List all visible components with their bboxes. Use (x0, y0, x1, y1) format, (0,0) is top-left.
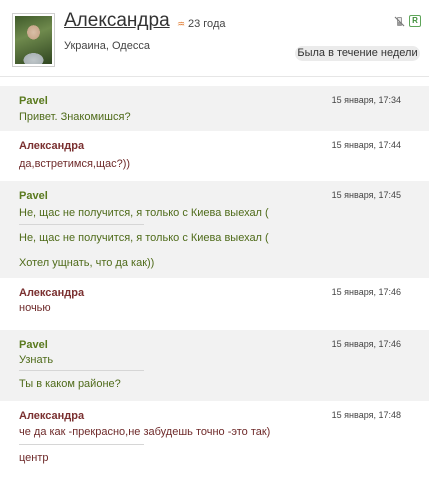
message-text: Узнать (19, 354, 54, 366)
message-timestamp: 15 января, 17:46 (331, 339, 401, 349)
message-timestamp: 15 января, 17:34 (331, 95, 401, 105)
profile-header: Александра ♒ 23 года Украина, Одесса R Б… (0, 0, 429, 77)
message-timestamp: 15 января, 17:46 (331, 287, 401, 297)
message-text: Привет. Знакомишся? (19, 111, 131, 123)
message-list: Pavel 15 января, 17:34 Привет. Знакомишс… (0, 86, 429, 480)
message-author[interactable]: Pavel (19, 190, 48, 203)
message-item: Pavel 15 января, 17:45 Не, щас не получи… (0, 181, 429, 278)
message-item: Александра 15 января, 17:48 че да как -п… (0, 401, 429, 480)
message-text: Хотел ущнать, что да как)) (19, 257, 155, 269)
profile-name-link[interactable]: Александра (64, 10, 170, 32)
message-divider (19, 224, 144, 225)
message-item: Pavel 15 января, 17:34 Привет. Знакомишс… (0, 86, 429, 131)
avatar-photo (15, 16, 52, 64)
message-item: Александра 15 января, 17:44 да,встретимс… (0, 131, 429, 181)
message-timestamp: 15 января, 17:48 (331, 410, 401, 420)
message-author[interactable]: Александра (19, 140, 84, 153)
message-author[interactable]: Александра (19, 287, 84, 300)
message-author[interactable]: Pavel (19, 339, 48, 352)
message-text: че да как -прекрасно,не забудешь точно -… (19, 426, 271, 438)
message-text: Ты в каком районе? (19, 378, 121, 390)
message-text: Не, щас не получится, я только с Киева в… (19, 232, 269, 244)
chat-window: Александра ♒ 23 года Украина, Одесса R Б… (0, 0, 429, 480)
message-text: ночью (19, 302, 51, 314)
message-divider (19, 444, 144, 445)
zodiac-icon: ♒ (177, 19, 186, 29)
message-author[interactable]: Pavel (19, 95, 48, 108)
message-timestamp: 15 января, 17:45 (331, 190, 401, 200)
profile-location: Украина, Одесса (64, 40, 150, 52)
message-text: Не, щас не получится, я только с Киева в… (19, 207, 269, 219)
avatar[interactable] (12, 13, 55, 67)
mobile-phone-icon (394, 16, 405, 27)
message-divider (19, 370, 144, 371)
message-timestamp: 15 января, 17:44 (331, 140, 401, 150)
last-seen-status-badge: Была в течение недели (295, 46, 420, 61)
message-text: центр (19, 452, 49, 464)
message-item: Александра 15 января, 17:46 ночью (0, 278, 429, 330)
online-indicator-icon: R (409, 15, 421, 27)
message-author[interactable]: Александра (19, 410, 84, 423)
message-item: Pavel 15 января, 17:46 Узнать Ты в каком… (0, 330, 429, 401)
profile-age: 23 года (188, 18, 226, 30)
message-text: да,встретимся,щас?)) (19, 158, 131, 170)
